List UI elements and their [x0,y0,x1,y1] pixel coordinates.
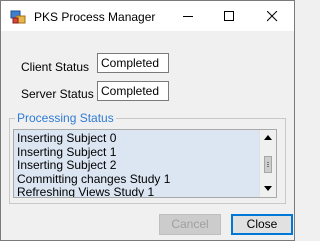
close-window-button[interactable] [254,1,290,31]
client-status-label: Client Status [21,60,90,74]
maximize-icon [224,11,234,21]
scroll-up-arrow-icon [264,135,272,140]
scroll-down-button[interactable] [260,181,276,197]
processing-items: Inserting Subject 0 Inserting Subject 1 … [17,131,257,197]
scroll-up-button[interactable] [260,130,276,146]
server-status-label: Server Status [21,87,94,101]
processing-status-legend: Processing Status [15,111,116,125]
close-button[interactable]: Close [231,214,293,235]
title-bar[interactable]: PKS Process Manager [1,1,294,31]
list-item[interactable]: Inserting Subject 0 [17,131,257,146]
client-status-field[interactable]: Completed [97,53,169,73]
app-window-icon [10,9,26,25]
cancel-button[interactable]: Cancel [159,214,221,235]
window-title: PKS Process Manager [34,10,156,24]
minimize-icon [183,16,193,17]
processing-status-list[interactable]: Inserting Subject 0 Inserting Subject 1 … [13,129,277,198]
scroll-thumb[interactable] [264,156,272,173]
server-status-field[interactable]: Completed [97,81,169,101]
list-item[interactable]: Inserting Subject 2 [17,159,257,173]
close-icon [267,11,278,22]
maximize-button[interactable] [211,1,247,31]
list-item[interactable]: Inserting Subject 1 [17,145,257,160]
vertical-scrollbar[interactable] [259,130,276,197]
scroll-down-arrow-icon [264,186,272,191]
minimize-button[interactable] [170,1,206,31]
process-manager-window: PKS Process Manager Client Status Comple… [0,0,295,241]
list-item[interactable]: Refreshing Views Study 1 [17,186,257,197]
list-item[interactable]: Committing changes Study 1 [17,172,257,187]
